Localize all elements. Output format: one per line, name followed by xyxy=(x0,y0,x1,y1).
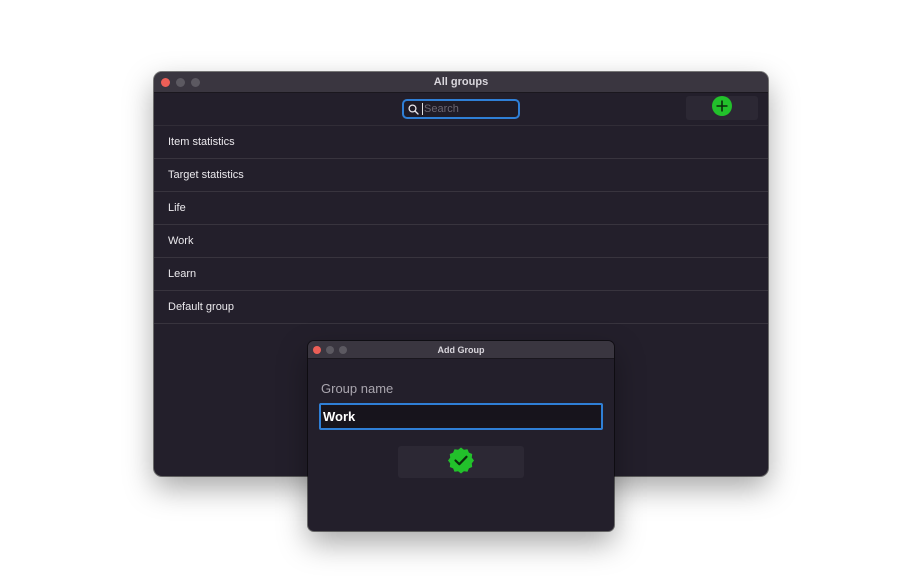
zoom-dialog-button[interactable] xyxy=(339,345,347,354)
group-name-input[interactable] xyxy=(321,408,595,425)
minimize-window-button[interactable] xyxy=(176,77,185,87)
close-dialog-button[interactable] xyxy=(313,345,321,354)
group-row[interactable]: Work xyxy=(154,225,768,258)
group-label: Learn xyxy=(168,268,197,280)
window-title: All groups xyxy=(433,76,489,88)
search-icon xyxy=(404,101,422,117)
dialog-title: Add Group xyxy=(437,344,485,355)
group-label: Life xyxy=(168,202,186,214)
group-label: Item statistics xyxy=(168,136,235,148)
dialog-titlebar[interactable]: Add Group xyxy=(308,341,614,359)
toolbar xyxy=(154,93,768,126)
group-row[interactable]: Target statistics xyxy=(154,159,768,192)
zoom-window-button[interactable] xyxy=(191,77,200,87)
add-group-button[interactable] xyxy=(686,95,758,121)
group-list: Item statistics Target statistics Life W… xyxy=(154,126,768,324)
group-row[interactable]: Item statistics xyxy=(154,126,768,159)
dialog-window-controls xyxy=(313,341,347,358)
minimize-dialog-button[interactable] xyxy=(326,345,334,354)
confirm-button[interactable] xyxy=(398,446,524,478)
group-name-label: Group name xyxy=(321,381,394,396)
close-window-button[interactable] xyxy=(161,77,170,87)
group-label: Target statistics xyxy=(168,169,244,181)
window-controls xyxy=(161,72,200,92)
group-name-field[interactable] xyxy=(319,403,603,430)
add-group-dialog: Add Group Group name xyxy=(308,341,614,531)
group-label: Default group xyxy=(168,301,235,313)
group-row[interactable]: Learn xyxy=(154,258,768,291)
main-titlebar[interactable]: All groups xyxy=(154,72,768,93)
group-row[interactable]: Default group xyxy=(154,291,768,324)
plus-circle-icon xyxy=(712,95,732,121)
search-input[interactable] xyxy=(422,103,514,115)
group-label: Work xyxy=(168,235,194,247)
search-box[interactable] xyxy=(402,99,520,119)
checkmark-seal-icon xyxy=(447,446,475,479)
group-row[interactable]: Life xyxy=(154,192,768,225)
